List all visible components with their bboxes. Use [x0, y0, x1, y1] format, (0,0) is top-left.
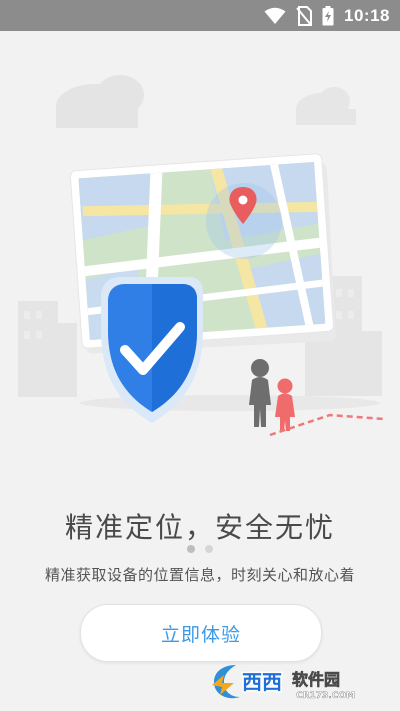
- subtitle: 精准获取设备的位置信息，时刻关心和放心着: [44, 566, 355, 584]
- try-now-button[interactable]: 立即体验: [80, 604, 322, 662]
- clock: 10:18: [344, 5, 390, 25]
- page-title: 精准定位，安全无忧: [64, 511, 335, 544]
- status-bar: 10:18: [0, 0, 400, 31]
- page-indicator-dot-2[interactable]: [205, 545, 213, 553]
- page-indicator: [0, 545, 400, 553]
- cloud-left: [56, 75, 144, 128]
- wifi-icon: [264, 7, 286, 25]
- svg-text:软件园: 软件园: [292, 670, 340, 689]
- onboarding-illustration: [0, 31, 400, 491]
- cloud-right: [296, 87, 356, 125]
- battery-charging-icon: [322, 5, 334, 26]
- no-sim-icon: [296, 5, 313, 26]
- child-figure-icon: [275, 378, 295, 431]
- svg-text:CR173.COM: CR173.COM: [296, 691, 355, 701]
- svg-text:西西: 西西: [242, 670, 282, 694]
- adult-figure-icon: [249, 359, 271, 427]
- watermark-logo: 西西 软件园 CR173.COM: [194, 661, 384, 703]
- page-indicator-dot-1[interactable]: [187, 545, 195, 553]
